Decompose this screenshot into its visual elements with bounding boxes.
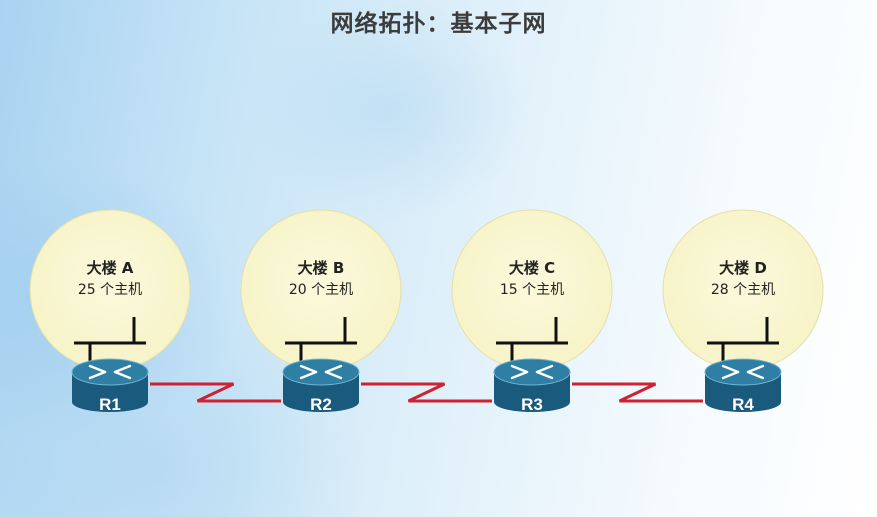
router-R4: R4 [704,358,782,414]
router-R1: R1 [71,358,149,414]
serial-link-R3-R4 [572,382,703,403]
router-label: R4 [732,395,754,414]
serial-link-R1-R2 [150,382,281,403]
building-name: 大楼 D [719,259,767,277]
router-R3: R3 [493,358,571,414]
building-name: 大楼 B [298,259,345,277]
building-2: 大楼 B 20 个主机 [240,209,402,371]
building-host-count: 28 个主机 [711,282,775,298]
network-topology-diagram: 大楼 A 25 个主机 大楼 B 20 个主机 大楼 C 15 个主机 大楼 D 28 个主机… [29,209,824,414]
building-host-count: 25 个主机 [78,282,142,298]
router-label: R1 [99,395,121,414]
router-label: R2 [310,395,332,414]
serial-link-R2-R3 [361,382,492,403]
router-top [71,358,149,386]
building-name: 大楼 A [87,259,134,277]
router-R2: R2 [282,358,360,414]
router-top [282,358,360,386]
building-host-count: 15 个主机 [500,282,564,298]
building-host-count: 20 个主机 [289,282,353,298]
building-3: 大楼 C 15 个主机 [451,209,613,371]
router-top [704,358,782,386]
building-name: 大楼 C [509,259,555,277]
router-label: R3 [521,395,543,414]
building-4: 大楼 D 28 个主机 [662,209,824,371]
router-top [493,358,571,386]
building-1: 大楼 A 25 个主机 [29,209,191,371]
